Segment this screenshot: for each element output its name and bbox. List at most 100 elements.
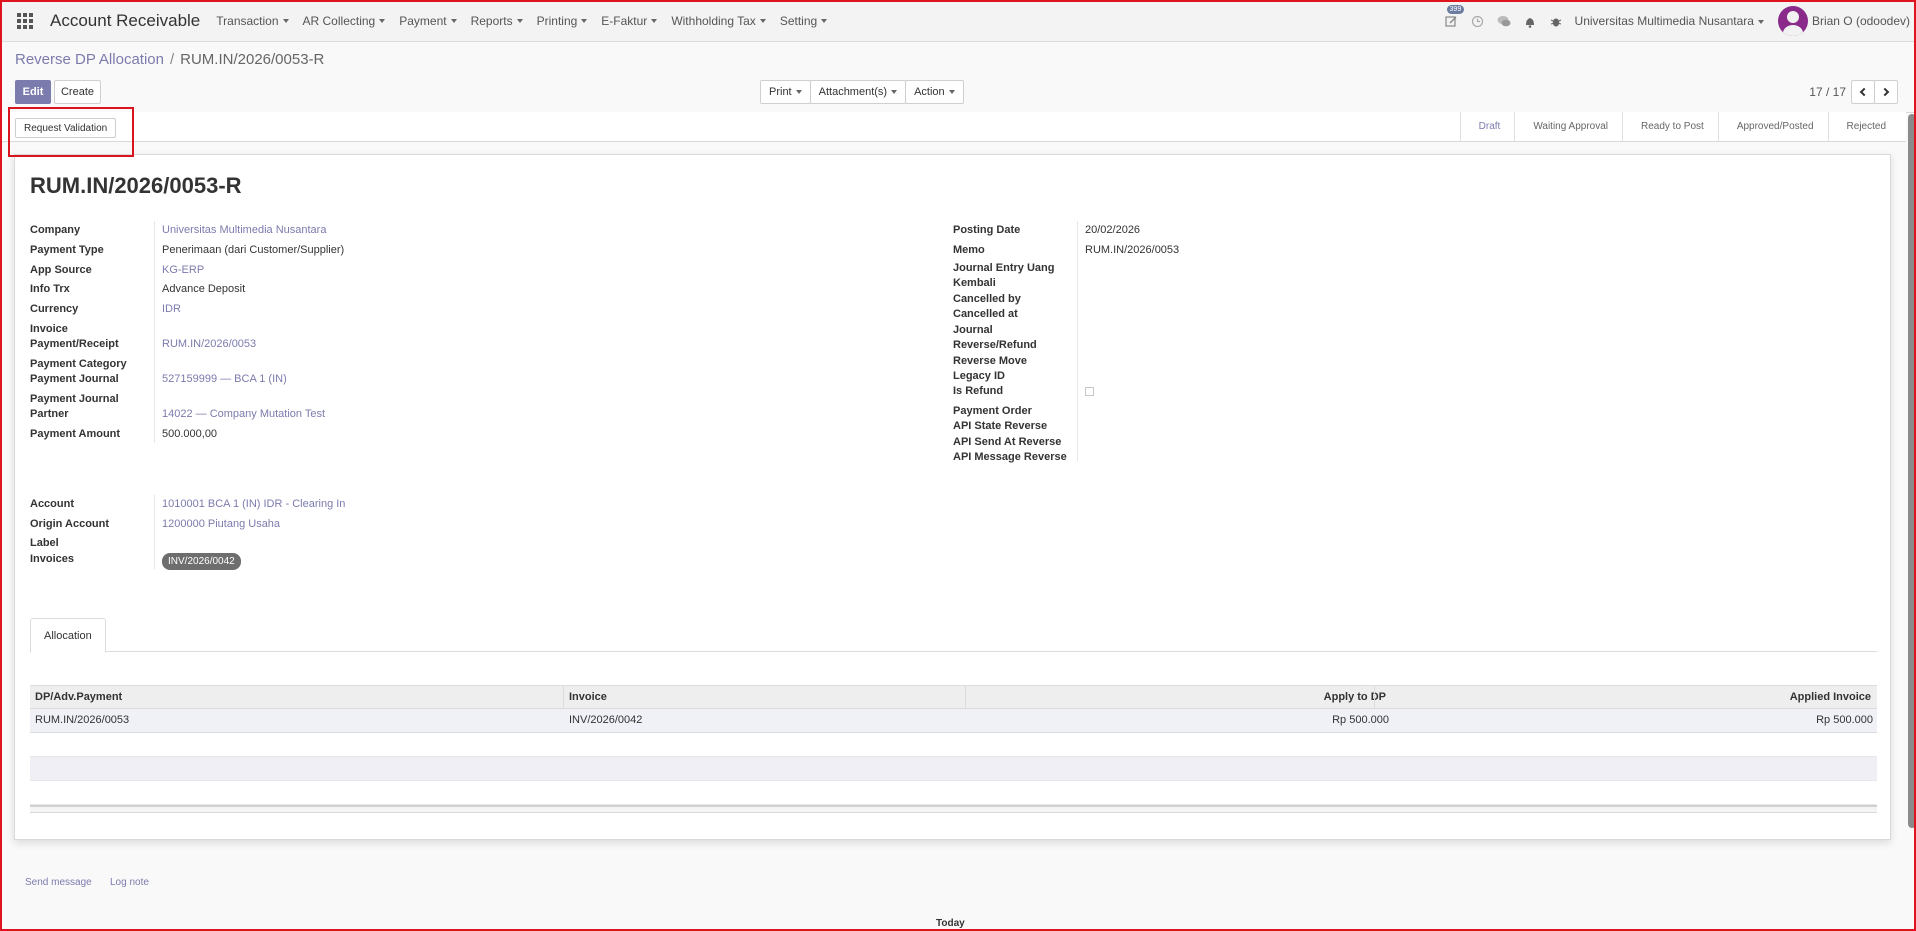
stage-rejected: Rejected — [1827, 112, 1900, 141]
empty-table-row — [30, 733, 1877, 757]
caret-down-icon — [379, 19, 386, 24]
caret-down-icon — [581, 19, 588, 24]
breadcrumb-separator: / — [169, 51, 175, 68]
user-avatar[interactable] — [1777, 6, 1808, 36]
cell-dp-adv-payment: RUM.IN/2026/0053 — [35, 714, 130, 726]
field-label: Cancelled by — [953, 293, 1021, 305]
invoice-tag[interactable]: INV/2026/0042 — [162, 553, 241, 570]
activity-edit-icon[interactable]: 399 — [1445, 5, 1465, 28]
attachments-dropdown-button[interactable]: Attachment(s) — [809, 80, 907, 104]
payment-journal-value-link[interactable]: 527159999 — BCA 1 (IN) — [162, 372, 287, 387]
highlight-annotation-box — [8, 107, 134, 157]
caret-down-icon — [948, 90, 955, 94]
field-label: Company — [30, 224, 81, 236]
is-refund-checkbox[interactable] — [1085, 387, 1094, 396]
action-dropdown-button[interactable]: Action — [905, 80, 964, 104]
field-label: Label — [30, 537, 59, 549]
field-label: Reverse Move — [953, 355, 1027, 367]
empty-table-row — [30, 757, 1877, 781]
systray: 399 Universitas Multimedia Nusantara Bri… — [1445, 0, 1916, 42]
tab-allocation[interactable]: Allocation — [30, 618, 106, 653]
menu-withholding-tax[interactable]: Withholding Tax — [671, 14, 766, 28]
account-value-link[interactable]: 1010001 BCA 1 (IN) IDR - Clearing In — [162, 497, 345, 512]
table-footer — [30, 805, 1877, 813]
bell-icon[interactable] — [1523, 14, 1537, 28]
form-statusbar: Request Validation Draft Waiting Approva… — [0, 112, 1906, 142]
menu-transaction[interactable]: Transaction — [216, 14, 289, 28]
pager-next-button[interactable] — [1874, 80, 1898, 104]
posting-date-value: 20/02/2026 — [1085, 224, 1141, 236]
caret-down-icon — [450, 19, 457, 24]
chatter-date-separator: Today — [936, 918, 965, 929]
field-label: Info Trx — [30, 283, 70, 295]
field-label: API State Reverse — [953, 420, 1048, 432]
menu-payment[interactable]: Payment — [399, 14, 457, 28]
pager: 17 / 17 — [1809, 80, 1898, 104]
field-label: Payment Journal Partner — [30, 393, 119, 420]
breadcrumb-parent-link[interactable]: Reverse DP Allocation — [15, 51, 164, 68]
cell-applied-invoice: Rp 500.000 — [1816, 714, 1873, 726]
column-header-applied-invoice[interactable]: Applied Invoice — [1375, 686, 1871, 709]
column-header-invoice[interactable]: Invoice — [569, 686, 607, 709]
payment-amount-value: 500.000,00 — [162, 428, 218, 440]
chat-icon[interactable] — [1497, 14, 1511, 28]
column-header-apply-to-dp[interactable]: Apply to DP — [966, 686, 1386, 709]
breadcrumb-current: RUM.IN/2026/0053-R — [180, 51, 325, 68]
field-label: Invoices — [30, 553, 75, 565]
field-label: Legacy ID — [953, 370, 1005, 382]
menu-printing[interactable]: Printing — [537, 14, 588, 28]
stage-draft: Draft — [1459, 112, 1515, 141]
caret-down-icon — [516, 19, 523, 24]
send-message-button[interactable]: Send message — [25, 877, 92, 888]
user-menu[interactable]: Brian O (odoodev) — [1812, 14, 1910, 28]
field-label: Payment Category — [30, 358, 127, 370]
action-button-group: Print Attachment(s) Action — [760, 80, 964, 104]
create-button[interactable]: Create — [54, 80, 101, 104]
column-header-dp-adv-payment[interactable]: DP/Adv.Payment — [35, 686, 122, 709]
chevron-right-icon — [1880, 87, 1890, 97]
caret-down-icon — [1757, 19, 1764, 24]
scrollbar-thumb[interactable] — [1908, 114, 1916, 828]
info-trx-value: Advance Deposit — [162, 283, 246, 295]
memo-value: RUM.IN/2026/0053 — [1085, 244, 1180, 256]
chatter: Send message Log note Today — [0, 860, 1906, 931]
payment-journal-partner-value-link[interactable]: 14022 — Company Mutation Test — [162, 407, 325, 422]
app-title[interactable]: Account Receivable — [50, 11, 200, 31]
debug-bug-icon[interactable] — [1549, 14, 1563, 28]
apps-menu-icon[interactable] — [14, 10, 36, 32]
status-stages: Draft Waiting Approval Ready to Post App… — [1459, 112, 1900, 142]
app-source-value-link[interactable]: KG-ERP — [162, 263, 204, 278]
record-title: RUM.IN/2026/0053-R — [30, 173, 242, 198]
origin-account-value-link[interactable]: 1200000 Piutang Usaha — [162, 517, 280, 532]
caret-down-icon — [821, 19, 828, 24]
pager-previous-button[interactable] — [1851, 80, 1875, 104]
field-label: API Message Reverse — [953, 451, 1067, 463]
print-dropdown-button[interactable]: Print — [760, 80, 811, 104]
field-label: Origin Account — [30, 518, 110, 530]
field-label: API Send At Reverse — [953, 436, 1062, 448]
main-menu: Transaction AR Collecting Payment Report… — [216, 14, 841, 28]
field-label: Payment Amount — [30, 428, 121, 440]
form-sheet: RUM.IN/2026/0053-R Company Universitas M… — [14, 154, 1891, 840]
menu-setting[interactable]: Setting — [780, 14, 828, 28]
menu-reports[interactable]: Reports — [471, 14, 523, 28]
clock-icon[interactable] — [1471, 14, 1485, 28]
allocation-table: DP/Adv.Payment Invoice Apply to DP Appli… — [30, 685, 1877, 813]
menu-e-faktur[interactable]: E-Faktur — [601, 14, 658, 28]
field-label: Payment Order — [953, 405, 1032, 417]
field-label: Cancelled at — [953, 308, 1018, 320]
pager-value[interactable]: 17 / 17 — [1809, 85, 1846, 99]
log-note-button[interactable]: Log note — [110, 877, 149, 888]
group-divider — [154, 495, 155, 569]
company-switcher[interactable]: Universitas Multimedia Nusantara — [1575, 14, 1764, 28]
company-value-link[interactable]: Universitas Multimedia Nusantara — [162, 223, 326, 238]
menu-ar-collecting[interactable]: AR Collecting — [303, 14, 386, 28]
edit-button[interactable]: Edit — [15, 80, 51, 104]
currency-value-link[interactable]: IDR — [162, 302, 181, 317]
caret-down-icon — [891, 90, 898, 94]
field-label: App Source — [30, 264, 92, 276]
notebook-tabs: Allocation — [30, 618, 1877, 653]
caret-down-icon — [282, 19, 289, 24]
table-row[interactable]: RUM.IN/2026/0053 INV/2026/0042 Rp 500.00… — [30, 709, 1877, 733]
invoice-payment-receipt-value-link[interactable]: RUM.IN/2026/0053 — [162, 337, 256, 352]
